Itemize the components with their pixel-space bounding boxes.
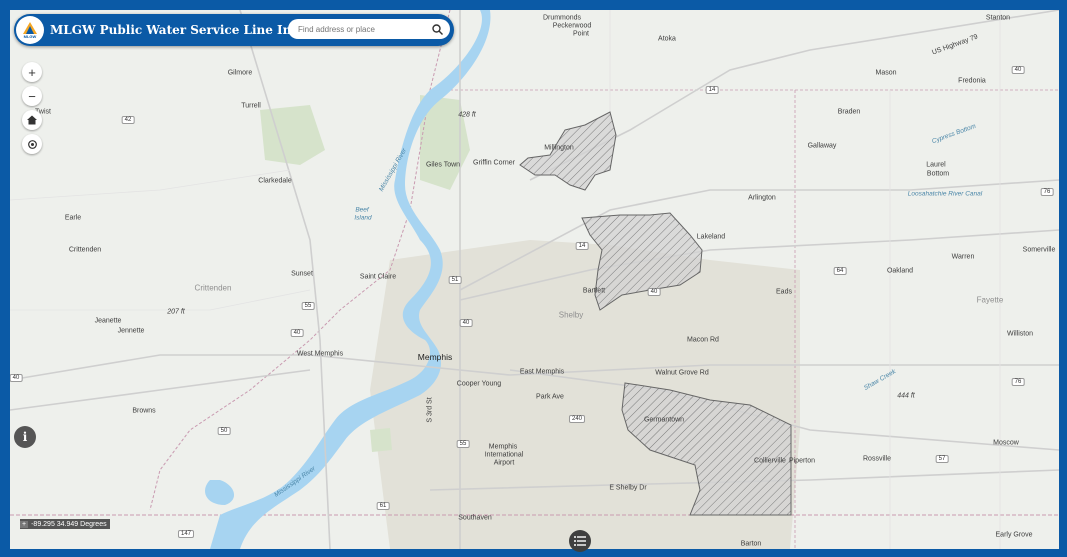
route-shield: 50 [217, 427, 231, 435]
coordinate-text: -89.295 34.949 Degrees [31, 520, 107, 528]
app-frame: Drummonds Peckerwood Point Atoka Stanton… [0, 0, 1067, 557]
logo-text: MLGW [23, 33, 37, 39]
search-button[interactable] [428, 20, 446, 38]
route-shield: 14 [575, 242, 589, 250]
search-input[interactable] [296, 23, 425, 35]
route-shield: 61 [376, 502, 390, 510]
search-box [288, 19, 450, 39]
coordinate-readout: + -89.295 34.949 Degrees [20, 519, 110, 529]
route-shield: 40 [1011, 66, 1025, 74]
locate-icon [27, 139, 37, 149]
road [10, 169, 291, 201]
legend-button[interactable] [569, 530, 591, 552]
route-shield: 76 [1040, 188, 1054, 196]
route-shield: 40 [290, 329, 304, 337]
route-shield: 40 [459, 319, 473, 327]
map-view[interactable]: Drummonds Peckerwood Point Atoka Stanton… [10, 10, 1059, 549]
park-area [370, 428, 392, 452]
route-shield: 51 [448, 276, 462, 284]
home-icon [27, 115, 37, 125]
route-shield: 14 [705, 86, 719, 94]
route-shield: 55 [456, 440, 470, 448]
route-shield: 64 [833, 267, 847, 275]
route-shield: 40 [10, 374, 23, 382]
home-button[interactable] [22, 110, 42, 130]
search-icon [431, 23, 443, 35]
oxbow-lake [205, 480, 235, 505]
info-button[interactable]: i [14, 426, 36, 448]
route-shield: 57 [935, 455, 949, 463]
locate-button[interactable] [22, 134, 42, 154]
zoom-out-button[interactable]: − [22, 86, 42, 106]
basemap [10, 10, 1059, 549]
route-shield: 147 [177, 530, 195, 538]
route-shield: 76 [1011, 378, 1025, 386]
list-icon [574, 536, 586, 546]
park-area [260, 105, 325, 165]
route-shield: 240 [568, 415, 586, 423]
route-shield: 40 [647, 288, 661, 296]
route-shield: 55 [301, 302, 315, 310]
road [10, 289, 311, 311]
mlgw-logo: MLGW [16, 16, 44, 44]
road [10, 369, 311, 411]
route-shield: 42 [121, 116, 135, 124]
logo-mark-icon [23, 21, 37, 34]
coordinate-toggle-icon[interactable]: + [20, 520, 29, 528]
zoom-in-button[interactable]: + [22, 62, 42, 82]
